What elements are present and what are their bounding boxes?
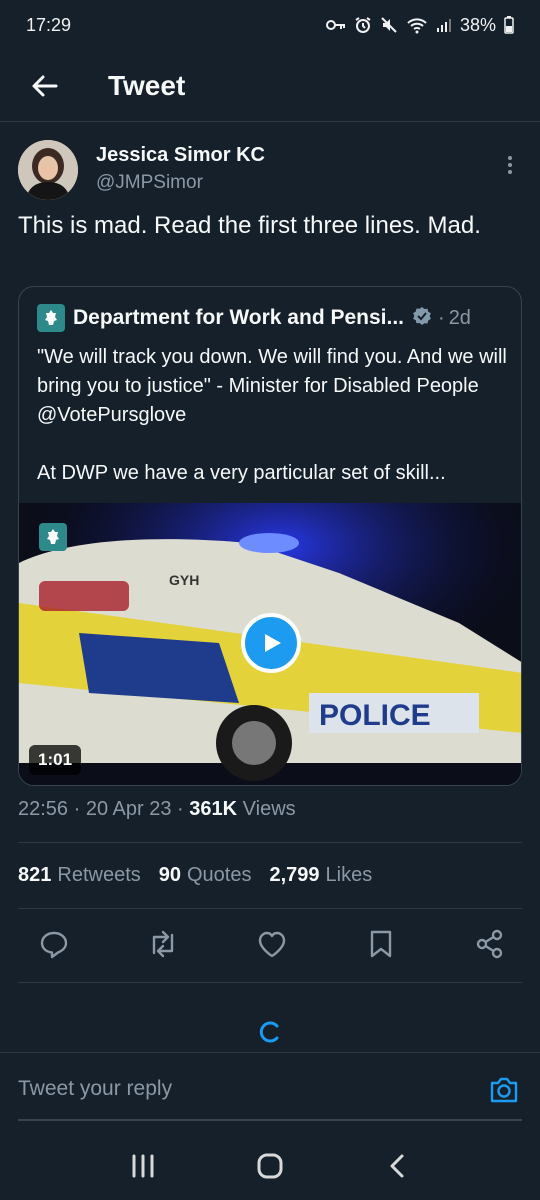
- divider: [18, 982, 522, 983]
- avatar[interactable]: [18, 140, 78, 200]
- more-options-button[interactable]: [498, 156, 522, 174]
- app-bar: Tweet: [0, 50, 540, 122]
- back-button[interactable]: [0, 50, 88, 122]
- status-time: 17:29: [26, 14, 72, 35]
- quoted-avatar: [37, 304, 65, 332]
- retweets-label: Retweets: [57, 864, 141, 886]
- play-icon: [265, 634, 281, 652]
- home-button[interactable]: [250, 1146, 290, 1186]
- loading-spinner-icon: [259, 1021, 279, 1043]
- more-dot-icon: [508, 163, 512, 167]
- quotes-stat[interactable]: 90 Quotes: [159, 864, 252, 887]
- car-label: GYH: [169, 572, 199, 588]
- tweet-stats: 821 Retweets 90 Quotes 2,799 Likes: [18, 864, 372, 887]
- retweet-icon: [152, 930, 174, 958]
- mute-icon: [381, 17, 397, 33]
- likes-label: Likes: [325, 864, 373, 886]
- more-dot-icon: [508, 156, 512, 160]
- reply-button[interactable]: [38, 928, 70, 960]
- like-button[interactable]: [256, 928, 288, 960]
- quoted-tweet[interactable]: Department for Work and Pensi... · 2d "W…: [18, 286, 522, 786]
- tweet-date: 20 Apr 23: [85, 798, 172, 820]
- share-icon: [476, 929, 503, 959]
- alarm-icon: [355, 17, 371, 33]
- quotes-label: Quotes: [187, 864, 252, 886]
- views-label: Views: [242, 798, 296, 820]
- reply-underline: [18, 1119, 522, 1121]
- reply-input[interactable]: Tweet your reply: [18, 1077, 172, 1101]
- wifi-icon: [407, 18, 427, 34]
- system-back-button[interactable]: [377, 1146, 417, 1186]
- quoted-text-line: "We will track you down. We will find yo…: [37, 346, 507, 426]
- more-dot-icon: [508, 170, 512, 174]
- quotes-count: 90: [158, 864, 181, 886]
- recents-icon: [132, 1154, 154, 1178]
- car-text: POLICE: [319, 699, 431, 732]
- meta-separator: ·: [73, 798, 81, 820]
- tweet-actions: [18, 922, 522, 966]
- page-title: Tweet: [108, 69, 186, 101]
- tweet-text: This is mad. Read the first three lines.…: [18, 212, 481, 239]
- camera-icon: [490, 1077, 518, 1103]
- vpn-key-icon: [325, 20, 345, 30]
- quoted-separator: ·: [438, 306, 445, 329]
- play-button[interactable]: [241, 613, 301, 673]
- verified-badge-icon: [412, 306, 432, 331]
- recents-button[interactable]: [123, 1146, 163, 1186]
- tweet-author[interactable]: Jessica Simor KC @JMPSimor: [18, 140, 522, 210]
- quoted-text-line: At DWP we have a very particular set of …: [37, 462, 446, 484]
- battery-percent: 38%: [459, 14, 496, 35]
- camera-button[interactable]: [488, 1075, 520, 1107]
- quoted-author-name: Department for Work and Pensi...: [73, 306, 405, 329]
- reply-icon: [40, 931, 68, 959]
- author-name: Jessica Simor KC: [96, 144, 265, 166]
- avatar-photo: [18, 140, 78, 200]
- share-button[interactable]: [474, 928, 506, 960]
- quoted-time: 2d: [448, 306, 471, 329]
- like-icon: [258, 931, 286, 958]
- video-duration: 1:01: [29, 745, 82, 775]
- video-player[interactable]: GYH POLICE 1:01: [19, 503, 521, 785]
- chevron-left-icon: [390, 1154, 404, 1178]
- meta-separator: ·: [177, 798, 184, 820]
- status-icons: 38%: [325, 14, 514, 36]
- quoted-tweet-header: Department for Work and Pensi... · 2d: [37, 303, 507, 333]
- likes-stat[interactable]: 2,799 Likes: [269, 864, 372, 887]
- home-icon: [257, 1153, 283, 1179]
- tweet-time: 22:56: [18, 798, 69, 820]
- arrow-left-icon: [32, 75, 58, 96]
- retweet-button[interactable]: [147, 928, 179, 960]
- views-count: 361K: [189, 798, 238, 820]
- bookmark-button[interactable]: [365, 928, 397, 960]
- likes-count: 2,799: [269, 864, 320, 886]
- status-bar: 17:29 38%: [0, 0, 540, 50]
- bookmark-icon: [370, 930, 392, 958]
- reply-composer: Tweet your reply: [0, 1052, 540, 1132]
- quoted-text: "We will track you down. We will find yo…: [37, 343, 511, 488]
- battery-icon: [504, 16, 514, 34]
- system-nav-bar: [0, 1132, 540, 1200]
- signal-icon: [436, 19, 451, 32]
- dwp-logo-icon: [39, 523, 67, 551]
- crest-icon: [45, 310, 57, 325]
- retweets-count: 821: [18, 864, 52, 886]
- retweets-stat[interactable]: 821 Retweets: [18, 864, 141, 887]
- author-handle: @JMPSimor: [96, 172, 203, 193]
- tweet-meta: 22:56 · 20 Apr 23 · 361K Views: [18, 798, 296, 821]
- divider: [18, 842, 522, 843]
- divider: [18, 908, 522, 909]
